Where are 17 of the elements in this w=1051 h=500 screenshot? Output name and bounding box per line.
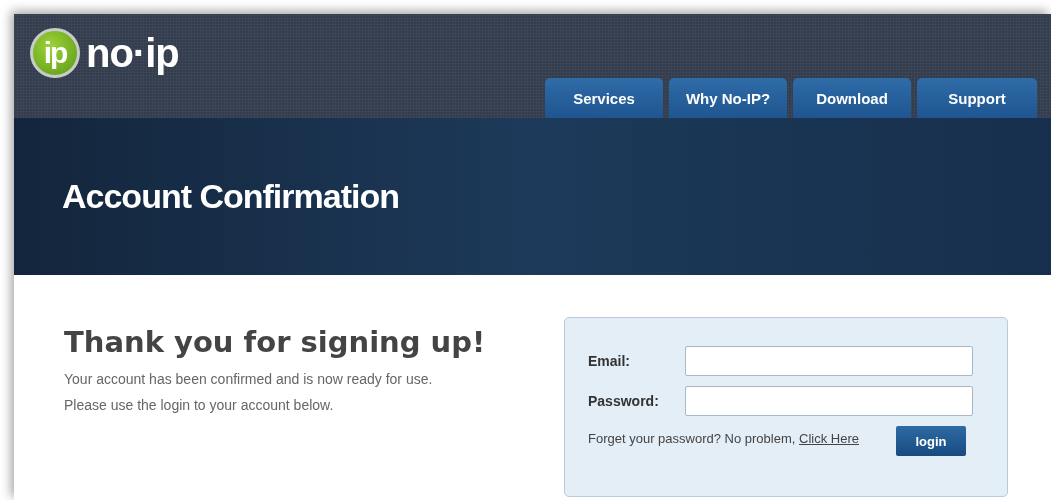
field-label: Email: — [588, 353, 631, 369]
nav-tab[interactable]: Services — [545, 78, 663, 118]
click-here-link[interactable]: Click Here — [799, 431, 859, 446]
nav-tab[interactable]: Support — [917, 78, 1037, 118]
page-title: Account Confirmation — [62, 177, 399, 216]
nav-tab[interactable]: Download — [793, 78, 911, 118]
input-field[interactable] — [685, 386, 973, 416]
heading: Thank you for signing up! — [64, 325, 487, 359]
nav-tab[interactable]: Why No-IP? — [669, 78, 787, 118]
message-text: Your account has been confirmed and is now ready for use. — [64, 371, 434, 387]
message-text: Please use the login to your account below. — [64, 397, 335, 413]
input-field[interactable] — [685, 346, 973, 376]
field-label: Password: — [588, 393, 660, 409]
forgot-password-text: Forget your password? No problem, Click Here — [588, 432, 860, 446]
login-button[interactable]: login — [896, 426, 966, 456]
logo-badge: ip — [30, 28, 80, 78]
logo[interactable]: ip no·ip — [30, 28, 179, 78]
